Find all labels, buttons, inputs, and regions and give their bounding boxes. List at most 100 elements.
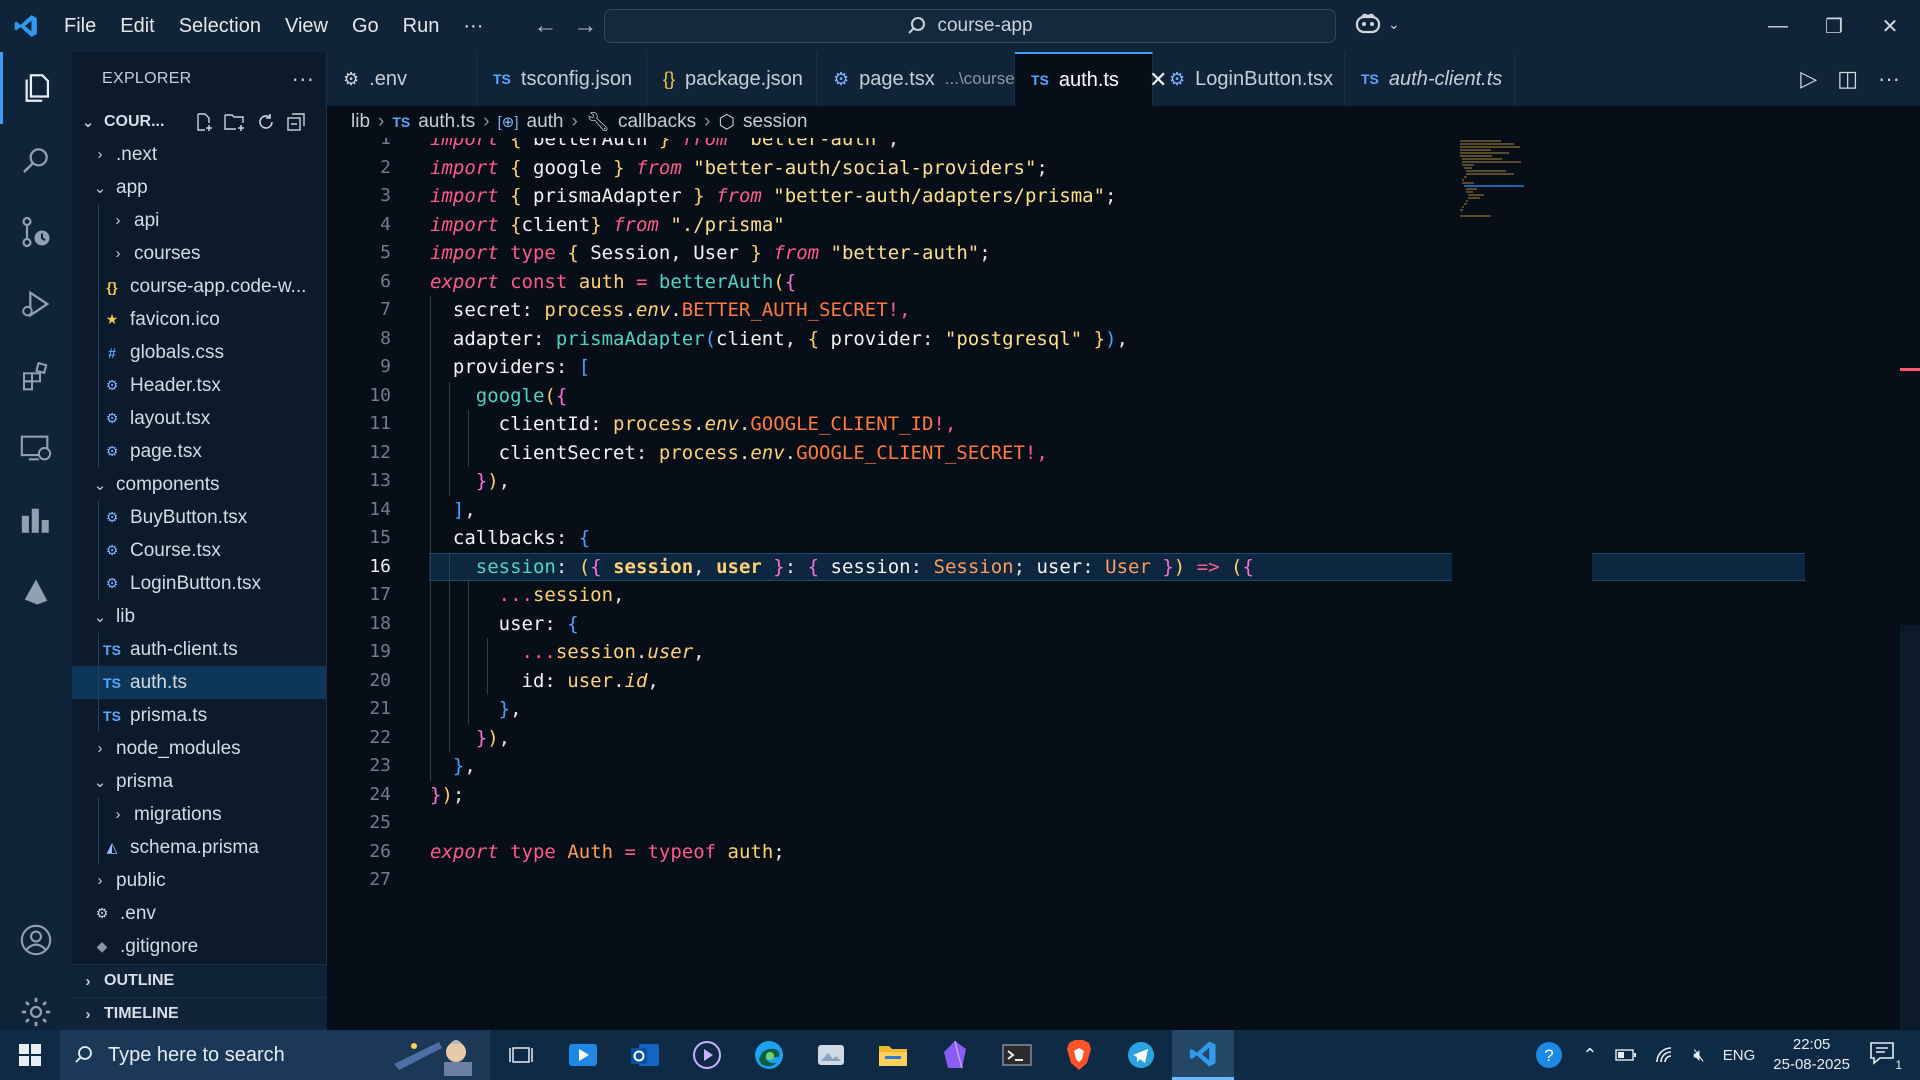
timeline-panel[interactable]: › TIMELINE	[72, 997, 327, 1030]
explorer-icon[interactable]	[0, 52, 72, 124]
chart-view-icon[interactable]	[0, 484, 72, 556]
breadcrumb-symbol-callbacks[interactable]: callbacks	[618, 111, 696, 133]
clock[interactable]: 22:05 25-08-2025	[1773, 1035, 1850, 1075]
code-line[interactable]: }),	[430, 724, 510, 753]
file-item[interactable]: # globals.css	[72, 336, 326, 369]
split-editor-icon[interactable]: ◫	[1837, 66, 1858, 92]
code-line[interactable]: clientSecret: process.env.GOOGLE_CLIENT_…	[430, 439, 1048, 468]
vscode-taskbar-icon[interactable]	[1172, 1030, 1234, 1080]
brave-browser-icon[interactable]	[1048, 1030, 1110, 1080]
search-view-icon[interactable]	[0, 124, 72, 196]
code-line[interactable]: import { prismaAdapter } from "better-au…	[430, 182, 1116, 211]
chevron-up-icon[interactable]: ⌃	[1582, 1045, 1597, 1066]
project-root[interactable]: ⌄ COUR...	[72, 106, 326, 138]
extensions-icon[interactable]	[0, 340, 72, 412]
menu-edit[interactable]: Edit	[108, 0, 166, 52]
tab-package-json[interactable]: {} package.json	[647, 52, 817, 106]
back-arrow-icon[interactable]: ←	[525, 12, 565, 40]
folder-item[interactable]: ⌄ lib	[72, 600, 326, 633]
wifi-icon[interactable]	[1655, 1046, 1675, 1064]
file-item[interactable]: ⚙ Course.tsx	[72, 534, 326, 567]
source-control-icon[interactable]	[0, 196, 72, 268]
edge-browser-icon[interactable]	[738, 1030, 800, 1080]
restore-icon[interactable]: ❐	[1806, 0, 1862, 52]
code-line[interactable]: import type { Session, User } from "bett…	[430, 239, 991, 268]
file-item[interactable]: ★ favicon.ico	[72, 303, 326, 336]
notification-center-icon[interactable]: 1	[1868, 1040, 1902, 1072]
media-play-icon[interactable]	[676, 1030, 738, 1080]
collapse-all-icon[interactable]	[286, 112, 306, 132]
code-line[interactable]: secret: process.env.BETTER_AUTH_SECRET!,	[430, 296, 911, 325]
command-center-search[interactable]: course-app	[604, 9, 1336, 43]
code-line[interactable]: ],	[430, 496, 476, 525]
more-actions-icon[interactable]: ···	[280, 66, 326, 92]
code-line[interactable]: id: user.id,	[430, 667, 659, 696]
menu-view[interactable]: View	[273, 0, 340, 52]
code-line[interactable]: },	[430, 695, 522, 724]
menu-more[interactable]: ···	[451, 0, 495, 52]
breadcrumb-folder[interactable]: lib	[351, 111, 370, 133]
file-item[interactable]: TS auth.ts	[72, 666, 326, 699]
folder-item[interactable]: ⌄ components	[72, 468, 326, 501]
code-line[interactable]: export type Auth = typeof auth;	[430, 838, 785, 867]
taskbar-search[interactable]: Type here to search	[60, 1030, 490, 1080]
breadcrumb-file[interactable]: auth.ts	[418, 111, 475, 133]
file-item[interactable]: TS auth-client.ts	[72, 633, 326, 666]
folder-item[interactable]: ⌄ app	[72, 171, 326, 204]
run-file-icon[interactable]: ▷	[1800, 66, 1817, 92]
file-item[interactable]: ⚙ .env	[72, 897, 326, 930]
file-item[interactable]: ◭ schema.prisma	[72, 831, 326, 864]
remote-explorer-icon[interactable]	[0, 412, 72, 484]
account-icon[interactable]	[0, 904, 72, 976]
code-line[interactable]: session: ({ session, user }: { session: …	[430, 553, 1254, 582]
file-item[interactable]: ◆ .gitignore	[72, 930, 326, 963]
close-window-icon[interactable]: ✕	[1862, 0, 1918, 52]
tab-tsconfig-json[interactable]: TS tsconfig.json	[477, 52, 647, 106]
refresh-icon[interactable]	[256, 112, 276, 132]
code-line[interactable]: },	[430, 752, 476, 781]
speaker-muted-icon[interactable]: 🔇︎	[1693, 1045, 1704, 1066]
battery-icon[interactable]	[1615, 1048, 1637, 1062]
folder-item[interactable]: › api	[72, 204, 326, 237]
new-file-icon[interactable]	[194, 112, 214, 132]
folder-item[interactable]: › node_modules	[72, 732, 326, 765]
language-indicator[interactable]: ENG	[1723, 1047, 1756, 1064]
code-line[interactable]: user: {	[430, 610, 579, 639]
run-debug-icon[interactable]	[0, 268, 72, 340]
tab-loginbutton-tsx[interactable]: ⚙ LoginButton.tsx	[1153, 52, 1345, 106]
tab-page-tsx[interactable]: ⚙ page.tsx ...\courses	[817, 52, 1023, 106]
file-item[interactable]: ⚙ LoginButton.tsx	[72, 567, 326, 600]
folder-item[interactable]: › public	[72, 864, 326, 897]
folder-item[interactable]: ⌄ prisma	[72, 765, 326, 798]
photos-app-icon[interactable]	[800, 1030, 862, 1080]
tab-auth-ts[interactable]: TS auth.ts ✕	[1015, 52, 1167, 106]
prisma-icon[interactable]	[0, 556, 72, 628]
file-item[interactable]: {} course-app.code-w...	[72, 270, 326, 303]
breadcrumb-symbol-auth[interactable]: auth	[527, 111, 564, 133]
code-line[interactable]: ...session,	[430, 581, 625, 610]
windows-start-icon[interactable]	[0, 1030, 60, 1080]
forward-arrow-icon[interactable]: →	[565, 12, 605, 40]
code-line[interactable]: export const auth = betterAuth({	[430, 268, 796, 297]
file-explorer-icon[interactable]	[862, 1030, 924, 1080]
more-actions-icon[interactable]: ···	[1878, 66, 1900, 92]
file-item[interactable]: TS prisma.ts	[72, 699, 326, 732]
code-line[interactable]: });	[430, 781, 464, 810]
menu-run[interactable]: Run	[391, 0, 452, 52]
help-icon[interactable]: ?	[1534, 1040, 1564, 1070]
outlook-icon[interactable]	[614, 1030, 676, 1080]
task-view-icon[interactable]	[490, 1030, 552, 1080]
scrollbar-track[interactable]	[1900, 625, 1920, 1030]
minimap[interactable]	[1452, 138, 1592, 1030]
file-item[interactable]: ⚙ layout.tsx	[72, 402, 326, 435]
folder-item[interactable]: › courses	[72, 237, 326, 270]
folder-item[interactable]: › migrations	[72, 798, 326, 831]
menu-selection[interactable]: Selection	[167, 0, 273, 52]
menu-go[interactable]: Go	[340, 0, 391, 52]
file-item[interactable]: ⚙ Header.tsx	[72, 369, 326, 402]
copilot-button[interactable]: ⌄	[1354, 12, 1400, 36]
minimize-icon[interactable]: —	[1750, 0, 1806, 52]
code-line[interactable]: google({	[430, 382, 568, 411]
new-folder-icon[interactable]	[224, 112, 246, 132]
file-item[interactable]: ⚙ BuyButton.tsx	[72, 501, 326, 534]
